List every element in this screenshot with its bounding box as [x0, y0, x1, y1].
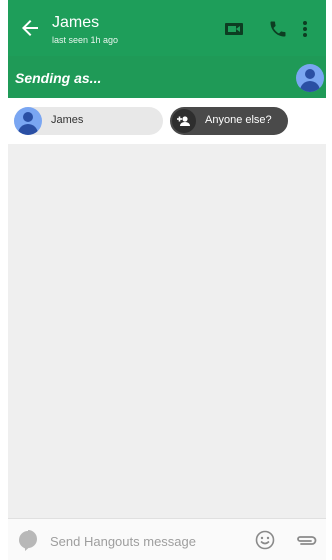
hangouts-screen: James last seen 1h ago Sending as... Jam…: [8, 0, 326, 560]
emoji-icon[interactable]: [255, 530, 275, 550]
add-recipient-label: Anyone else?: [205, 114, 272, 126]
phone-call-icon[interactable]: [268, 19, 288, 39]
back-arrow-icon[interactable]: [18, 16, 42, 40]
chat-bubble-icon: [19, 530, 37, 551]
add-recipient-button[interactable]: Anyone else?: [170, 107, 288, 135]
contact-name[interactable]: James: [52, 14, 99, 32]
recipient-name: James: [51, 114, 84, 126]
add-person-icon: [172, 109, 196, 133]
sending-as-bar[interactable]: Sending as...: [8, 56, 326, 98]
recipient-chip-james[interactable]: James: [14, 107, 163, 135]
account-avatar-icon[interactable]: [296, 64, 324, 92]
attachment-icon[interactable]: [295, 531, 317, 549]
app-bar: James last seen 1h ago: [8, 0, 326, 56]
last-seen-status: last seen 1h ago: [52, 35, 119, 45]
video-call-icon[interactable]: [224, 19, 244, 39]
sending-as-label: Sending as...: [15, 70, 102, 86]
message-composer: [8, 518, 326, 560]
more-options-icon[interactable]: [301, 19, 321, 39]
recipient-chips: James Anyone else?: [8, 98, 326, 144]
message-input[interactable]: [48, 529, 242, 553]
avatar-icon: [14, 107, 42, 135]
